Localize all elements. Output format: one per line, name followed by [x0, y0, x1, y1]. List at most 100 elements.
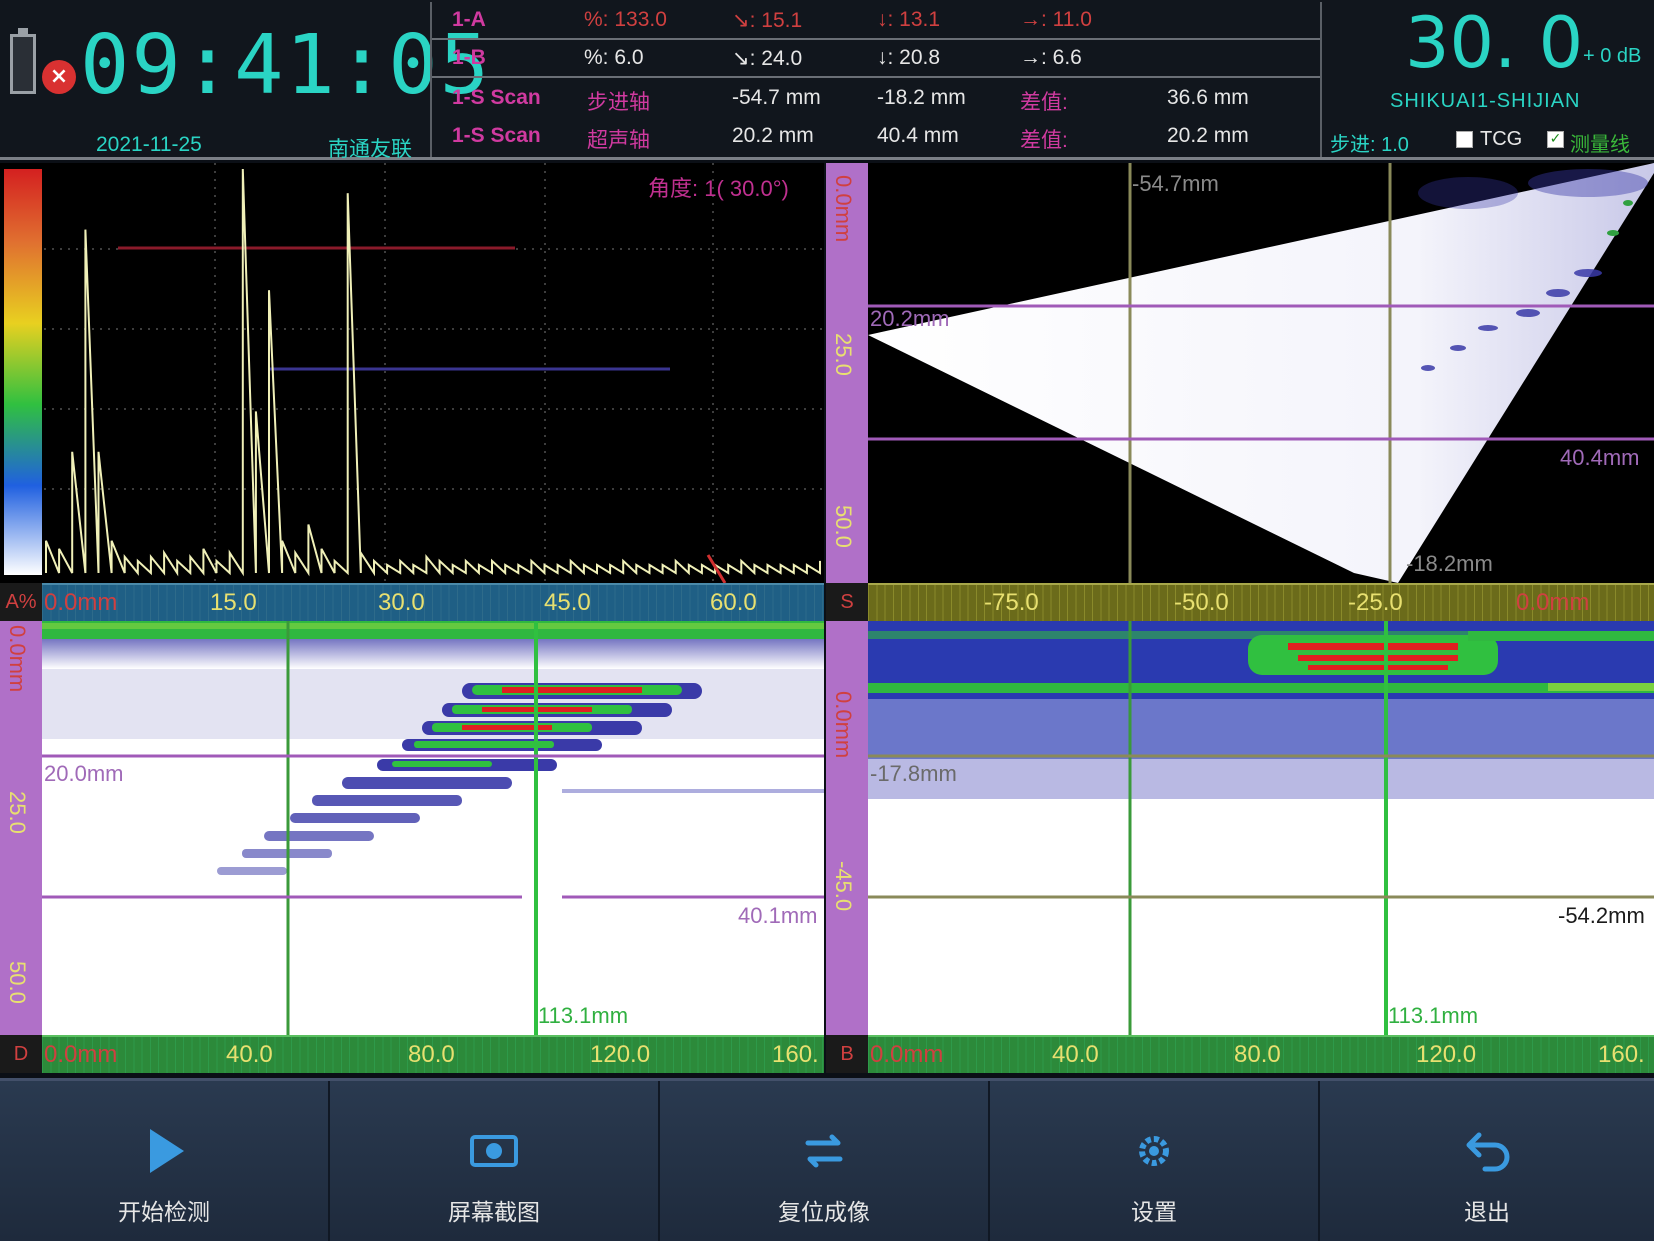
readout-amplitude: %: 133.0: [584, 8, 667, 31]
settings-button[interactable]: 设置: [990, 1081, 1320, 1241]
tick-label: 0.0mm: [5, 625, 30, 693]
probe-label: SHIKUAI1-SHIJIAN: [1390, 90, 1581, 112]
button-label: 设置: [1131, 1199, 1177, 1225]
d-scan-right-panel[interactable]: -17.8mm -54.2mm 113.1mm: [868, 621, 1654, 1035]
readout-axis-name: 步进轴: [587, 91, 650, 114]
tick-label: 0.0mm: [44, 1041, 118, 1068]
readout-depth: ↓: 13.1: [877, 8, 941, 31]
readout-cursor1: 20.2 mm: [732, 124, 814, 147]
tick-label: 120.0: [590, 1041, 651, 1068]
back-icon: [1466, 1132, 1510, 1172]
tick-label: -25.0: [1348, 589, 1403, 616]
button-label: 开始检测: [118, 1199, 210, 1225]
readout-label: 1-S Scan: [452, 86, 541, 109]
tick-label: -45.0: [831, 861, 856, 912]
tick-label: 120.0: [1416, 1041, 1477, 1068]
screenshot-button[interactable]: 屏幕截图: [330, 1081, 660, 1241]
status-header: × 09:41:05 2021-11-25 南通友联 1-A %: 133.0 …: [0, 0, 1654, 161]
tick-label: 30.0: [378, 589, 425, 616]
tcg-label: TCG: [1480, 128, 1523, 150]
readout-row-b: 1-B %: 6.0 ↘: 24.0 ↓: 20.8 →: 6.6: [432, 40, 1320, 78]
measure-line-label: 测量线: [1570, 134, 1630, 156]
cursor-label: 20.2mm: [870, 306, 950, 331]
storage-error-icon: ×: [42, 60, 76, 94]
d-scan-left-x-axis: 0.0mm 40.0 80.0 120.0 160.: [42, 1035, 824, 1073]
date: 2021-11-25: [96, 133, 202, 156]
reset-icon: [805, 1134, 843, 1168]
readout-diff-label: 差值:: [1020, 91, 1068, 114]
gear-icon: [1139, 1136, 1169, 1166]
cursor-label: 113.1mm: [1388, 1003, 1479, 1028]
tick-label: 50.0: [5, 961, 30, 1004]
gain-offset: + 0 dB: [1583, 45, 1642, 67]
measure-line-checkbox[interactable]: ✓: [1547, 131, 1564, 148]
cursor-label: -18.2mm: [1406, 551, 1493, 576]
step-label[interactable]: 步进: 1.0: [1330, 128, 1409, 157]
tick-label: 50.0: [831, 505, 856, 548]
gain-value[interactable]: 30. 0: [1405, 2, 1583, 84]
tick-label: 60.0: [710, 589, 757, 616]
tick-label: 80.0: [1234, 1041, 1281, 1068]
measurement-readouts: 1-A %: 133.0 ↘: 15.1 ↓: 13.1 →: 11.0 1-B…: [430, 2, 1322, 157]
tick-label: -50.0: [1174, 589, 1229, 616]
tick-label: -75.0: [984, 589, 1039, 616]
angle-label: 角度: 1( 30.0°): [648, 176, 789, 201]
cursor-label: -54.7mm: [1132, 171, 1219, 196]
tick-label: 40.0: [226, 1041, 273, 1068]
reset-imaging-button[interactable]: 复位成像: [660, 1081, 990, 1241]
d-scan-right-image: [868, 621, 1654, 1035]
start-detection-button[interactable]: 开始检测: [0, 1081, 330, 1241]
s-scan-image: [868, 163, 1654, 583]
cursor-label: 113.1mm: [538, 1003, 629, 1028]
d-scan-right-corner-label: B: [826, 1035, 868, 1073]
button-label: 退出: [1464, 1199, 1510, 1225]
tick-label: 40.0: [1052, 1041, 1099, 1068]
readout-diff: 36.6 mm: [1167, 86, 1249, 109]
s-scan-depth-axis: 0.0mm 25.0 50.0: [826, 163, 868, 583]
readout-row-ultrasonic-axis: 1-S Scan 超声轴 20.2 mm 40.4 mm 差值: 20.2 mm: [432, 118, 1320, 156]
d-scan-left-panel[interactable]: 20.0mm 40.1mm 113.1mm: [42, 621, 824, 1035]
tick-label: 0.0mm: [44, 589, 118, 616]
cursor-label: -54.2mm: [1558, 903, 1645, 928]
d-scan-left-depth-axis: 0.0mm 25.0 50.0: [0, 621, 42, 1035]
d-scan-right-x-axis: 0.0mm 40.0 80.0 120.0 160.: [868, 1035, 1654, 1073]
readout-diff: 20.2 mm: [1167, 124, 1249, 147]
exit-button[interactable]: 退出: [1320, 1081, 1654, 1241]
play-icon: [150, 1129, 184, 1173]
s-scan-panel[interactable]: -54.7mm 20.2mm 40.4mm -18.2mm: [868, 163, 1654, 583]
tick-label: 160.: [1598, 1041, 1645, 1068]
tick-label: 25.0: [831, 333, 856, 376]
s-scan-corner-label: S: [826, 583, 868, 621]
readout-cursor2: 40.4 mm: [877, 124, 959, 147]
tick-label: 45.0: [544, 589, 591, 616]
readout-path: ↘: 15.1: [732, 9, 803, 32]
d-scan-right-depth-axis: 0.0mm -45.0: [826, 621, 868, 1035]
echo-trace: [45, 168, 821, 577]
readout-path: ↘: 24.0: [732, 47, 803, 70]
a-scan-panel[interactable]: 角度: 1( 30.0°): [0, 163, 824, 583]
cursor-label: 20.0mm: [44, 761, 124, 786]
battery-icon: [10, 28, 36, 94]
readout-row-step-axis: 1-S Scan 步进轴 -54.7 mm -18.2 mm 差值: 36.6 …: [432, 80, 1320, 118]
readout-diff-label: 差值:: [1020, 129, 1068, 152]
readout-label: 1-A: [452, 8, 486, 31]
tick-label: 0.0mm: [1516, 589, 1590, 616]
a-scan-x-axis: 0.0mm 15.0 30.0 45.0 60.0: [42, 583, 824, 621]
bottom-toolbar: 开始检测 屏幕截图 复位成像 设置 退出: [0, 1078, 1654, 1241]
tcg-checkbox[interactable]: [1456, 131, 1473, 148]
cursor-label: -17.8mm: [870, 761, 957, 786]
device-name: 南通友联: [328, 138, 412, 161]
readout-amplitude: %: 6.0: [584, 46, 644, 69]
readout-axis-name: 超声轴: [587, 129, 650, 152]
readout-surface: →: 11.0: [1020, 8, 1092, 31]
d-scan-left-corner-label: D: [0, 1035, 42, 1073]
cursor-label: 40.1mm: [738, 903, 818, 928]
a-scan-waveform: [44, 163, 824, 583]
tick-label: 25.0: [5, 791, 30, 834]
cursor-label: 40.4mm: [1560, 445, 1640, 470]
tick-label: 80.0: [408, 1041, 455, 1068]
readout-label: 1-S Scan: [452, 124, 541, 147]
tick-label: 0.0mm: [870, 1041, 944, 1068]
readout-label: 1-B: [452, 46, 486, 69]
tick-label: 0.0mm: [831, 175, 856, 243]
